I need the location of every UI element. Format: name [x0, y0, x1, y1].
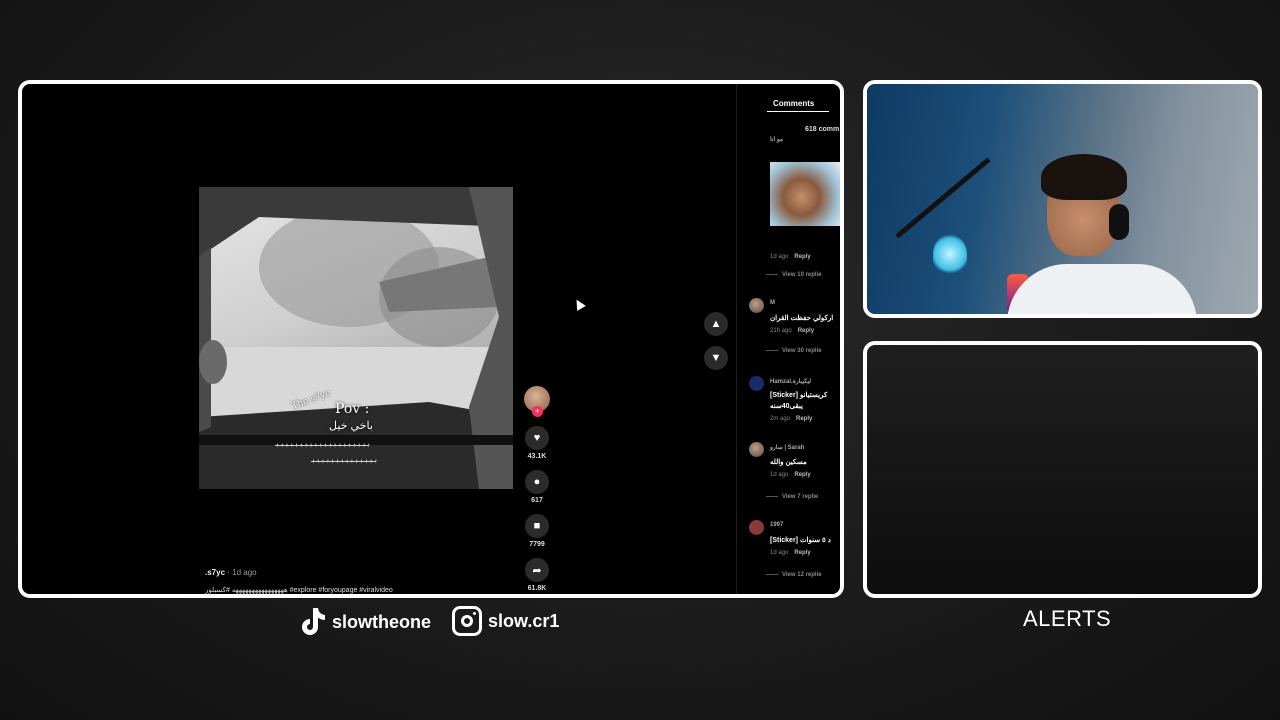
comment-text: مسكين والله	[770, 459, 807, 466]
comment-text: [Sticker] د ٥ سنوات	[770, 537, 831, 544]
video-hashtags[interactable]: ههههههههههههههههه #كسبلور #explore #fory…	[205, 586, 393, 594]
instagram-handle: slow.cr1	[452, 606, 559, 636]
alerts-box	[863, 341, 1262, 598]
heart-icon[interactable]: ♥	[525, 426, 549, 450]
instagram-icon	[452, 606, 482, 636]
instagram-username: slow.cr1	[488, 610, 560, 631]
comment-time: 1d ago	[770, 550, 789, 556]
share-action[interactable]: ➦ 61.8K	[520, 558, 554, 592]
reply-button[interactable]: Reply	[794, 550, 810, 556]
chevron-up-icon: ▲	[710, 318, 722, 330]
like-action[interactable]: ♥ 43.1K	[520, 426, 554, 460]
view-replies-button[interactable]: View 10 replie	[782, 272, 822, 278]
reply-button[interactable]: Reply	[794, 472, 810, 478]
streamer-body	[1007, 264, 1197, 314]
video-author[interactable]: .s7yc · 1d ago	[205, 568, 257, 577]
share-arrow-icon[interactable]: ➦	[525, 558, 549, 582]
video-actions: + ♥ 43.1K ● 617 ■ 7799 ➦ 61.8K	[520, 386, 554, 592]
reply-button[interactable]: Reply	[798, 328, 814, 334]
comment-text: اركولي حفظت القران	[770, 315, 834, 322]
video-overlay-subtitle: باخي خيل	[329, 420, 373, 432]
comments-total: 618 comm	[805, 126, 840, 133]
comments-tab[interactable]: Comments	[773, 99, 814, 108]
comment-author[interactable]: مو انا	[770, 136, 783, 143]
comment-author[interactable]: M	[770, 300, 775, 306]
save-action[interactable]: ■ 7799	[520, 514, 554, 548]
comment-time: 21h ago	[770, 328, 792, 334]
view-replies-button[interactable]: View 30 replie	[782, 348, 822, 354]
bookmark-icon[interactable]: ■	[525, 514, 549, 538]
comment-author[interactable]: 1997	[770, 522, 783, 528]
follow-plus-icon[interactable]: +	[532, 406, 543, 417]
view-replies-button[interactable]: View 12 replie	[782, 572, 822, 578]
mouse-cursor	[572, 297, 586, 311]
like-count: 43.1K	[527, 453, 547, 460]
screen-capture-frame: The s7yc Pov : باخي خيل ﺑﺒﺒﺒﺒﺒﺒﺒﺒﺒﺒﺒﺒﺒﺒﺒ…	[18, 80, 844, 598]
commenter-avatar[interactable]	[749, 376, 764, 391]
comment-time: 1d ago	[770, 254, 789, 260]
creator-avatar[interactable]: +	[524, 386, 550, 417]
video-player[interactable]: The s7yc Pov : باخي خيل ﺑﺒﺒﺒﺒﺒﺒﺒﺒﺒﺒﺒﺒﺒﺒﺒ…	[199, 187, 513, 489]
webcam-feed	[867, 84, 1258, 314]
streamer	[1007, 154, 1197, 314]
mic-arm	[895, 157, 991, 239]
comments-panel[interactable]: Comments 618 comm مو انا 1d ago Reply Vie…	[736, 84, 840, 594]
commenter-avatar[interactable]	[749, 298, 764, 313]
share-count: 61.8K	[527, 585, 547, 592]
previous-video-button[interactable]: ▲	[704, 312, 728, 336]
video-overlay-line-2: ﺑﺒﺒﺒﺒﺒﺒﺒﺒﺒﺒﺒﺒﺒ	[311, 455, 379, 464]
comments-tab-indicator	[767, 111, 829, 112]
tiktok-username: slowtheone	[332, 611, 432, 632]
video-pane[interactable]: The s7yc Pov : باخي خيل ﺑﺒﺒﺒﺒﺒﺒﺒﺒﺒﺒﺒﺒﺒﺒﺒ…	[22, 84, 736, 594]
chevron-down-icon: ▼	[710, 352, 722, 364]
post-time: · 1d ago	[227, 568, 257, 577]
next-video-button[interactable]: ▼	[704, 346, 728, 370]
comment-sticker-image	[770, 162, 840, 226]
reply-button[interactable]: Reply	[796, 416, 812, 422]
author-handle[interactable]: .s7yc	[205, 568, 225, 577]
commenter-avatar[interactable]	[749, 442, 764, 457]
comment-time: 1d ago	[770, 472, 789, 478]
comment-action[interactable]: ● 617	[520, 470, 554, 504]
lamp-light	[933, 234, 967, 274]
video-overlay-title: Pov :	[335, 401, 370, 417]
comment-author[interactable]: سارو | Sarah	[770, 444, 804, 451]
view-replies-button[interactable]: View 7 replie	[782, 494, 818, 500]
reply-button[interactable]: Reply	[794, 254, 810, 260]
comment-text: [Sticker] كريستيانو	[770, 392, 828, 399]
save-count: 7799	[529, 541, 545, 548]
headset	[1109, 204, 1129, 240]
comment-time: 2m ago	[770, 416, 791, 422]
webcam-frame	[863, 80, 1262, 318]
tiktok-handle: slowtheone	[296, 606, 431, 638]
comment-bubble-icon[interactable]: ●	[525, 470, 549, 494]
comment-text-line-2: يبقى40سنه	[770, 403, 803, 410]
video-overlay-line-1: ﺑﺒﺒﺒﺒﺒﺒﺒﺒﺒﺒﺒﺒﺒﺒﺒﺒﺒﺒﺒ	[275, 439, 372, 448]
commenter-avatar[interactable]	[749, 520, 764, 535]
streamer-hair	[1041, 154, 1127, 200]
alerts-label: ALERTS	[1023, 606, 1112, 631]
comment-author[interactable]: Hamzal.ليكيبارة	[770, 378, 811, 385]
comment-count: 617	[531, 497, 543, 504]
tiktok-icon	[302, 608, 325, 635]
